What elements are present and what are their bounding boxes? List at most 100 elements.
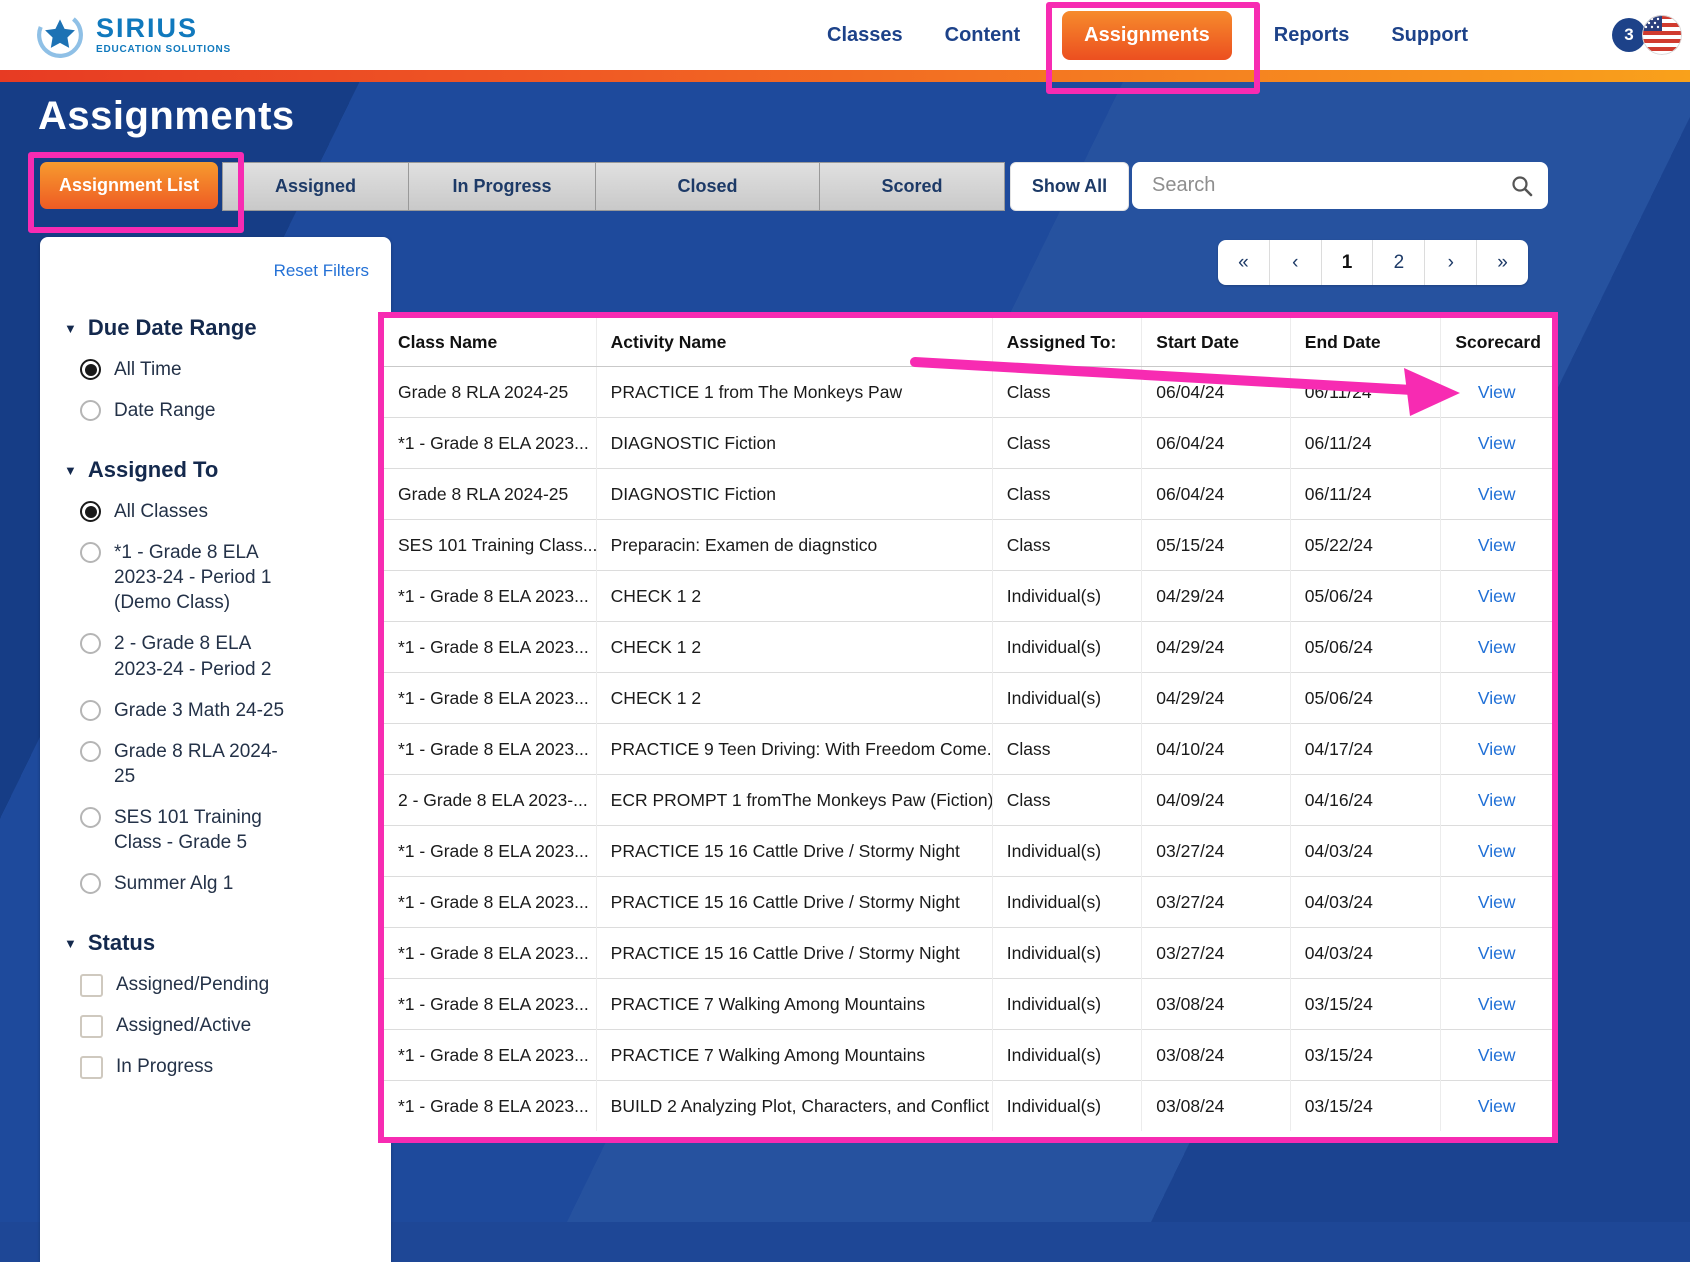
- radio-option-all-classes[interactable]: All Classes: [80, 499, 373, 524]
- nav-item-content[interactable]: Content: [945, 24, 1021, 47]
- view-scorecard-link[interactable]: View: [1478, 994, 1516, 1014]
- page-number-button[interactable]: 1: [1320, 240, 1373, 285]
- table-cell: *1 - Grade 8 ELA 2023...: [384, 672, 597, 724]
- main-content: Assignments Assignment List Assigned In P…: [0, 82, 1690, 1262]
- prev-page-button[interactable]: ‹: [1268, 240, 1321, 285]
- assignments-table-annotation-frame: Class Name Activity Name Assigned To: Start…: [378, 312, 1558, 1143]
- radio-option-grade-8-rla-2024-25[interactable]: Grade 8 RLA 2024-25: [80, 739, 373, 789]
- view-scorecard-link[interactable]: View: [1478, 1096, 1516, 1116]
- filter-section-header-status[interactable]: ▼ Status: [58, 930, 373, 956]
- tab-in-progress[interactable]: In Progress: [408, 162, 596, 211]
- user-avatar[interactable]: [1642, 15, 1682, 55]
- table-cell: 03/08/24: [1141, 1029, 1291, 1081]
- radio-option-2-grade-8-ela-2023-24-period-2[interactable]: 2 - Grade 8 ELA 2023-24 - Period 2: [80, 631, 373, 681]
- view-scorecard-link[interactable]: View: [1478, 892, 1516, 912]
- table-cell: 05/06/24: [1289, 621, 1441, 673]
- last-page-button[interactable]: »: [1476, 240, 1528, 285]
- view-scorecard-link[interactable]: View: [1478, 586, 1516, 606]
- radio-control[interactable]: [80, 740, 101, 762]
- view-scorecard-link[interactable]: View: [1478, 739, 1516, 759]
- table-cell: Class: [991, 468, 1142, 520]
- table-cell: CHECK 1 2: [595, 570, 993, 622]
- table-cell: 04/03/24: [1289, 927, 1441, 979]
- next-page-button[interactable]: ›: [1424, 240, 1476, 285]
- nav-item-classes[interactable]: Classes: [827, 24, 903, 47]
- view-scorecard-link[interactable]: View: [1478, 841, 1516, 861]
- view-scorecard-link[interactable]: View: [1478, 484, 1516, 504]
- radio-option-summer-alg-1[interactable]: Summer Alg 1: [80, 871, 373, 896]
- table-cell: 04/03/24: [1289, 876, 1441, 928]
- view-scorecard-link[interactable]: View: [1478, 790, 1516, 810]
- view-scorecard-link[interactable]: View: [1478, 382, 1516, 402]
- filter-section-assigned-to: ▼ Assigned To All Classes *1 - Grade 8 ELA …: [58, 457, 373, 896]
- pagination: «‹ 1 2 ›»: [1218, 240, 1528, 285]
- checkbox-option-assigned-active[interactable]: Assigned/Active: [80, 1013, 373, 1039]
- reset-filters-link[interactable]: Reset Filters: [58, 261, 369, 281]
- filter-section-header-assigned-to[interactable]: ▼ Assigned To: [58, 457, 373, 483]
- search-icon[interactable]: [1510, 174, 1534, 198]
- tab-assignment-list[interactable]: Assignment List: [40, 162, 218, 209]
- tab-assigned[interactable]: Assigned: [222, 162, 409, 211]
- checkbox-control[interactable]: [80, 1056, 103, 1080]
- table-row: *1 - Grade 8 ELA 2023... CHECK 1 2 Individ…: [384, 570, 1552, 622]
- radio-option-date-range[interactable]: Date Range: [80, 398, 373, 423]
- radio-control[interactable]: [80, 633, 101, 655]
- table-cell: 06/04/24: [1141, 417, 1291, 469]
- checkbox-control[interactable]: [80, 974, 103, 998]
- view-scorecard-link[interactable]: View: [1478, 688, 1516, 708]
- radio-control[interactable]: [80, 806, 101, 828]
- radio-control[interactable]: [80, 873, 101, 895]
- table-cell: *1 - Grade 8 ELA 2023...: [384, 876, 597, 928]
- search-box: [1132, 162, 1548, 209]
- radio-control[interactable]: [80, 359, 101, 380]
- radio-control[interactable]: [80, 501, 101, 523]
- table-cell: 04/29/24: [1141, 570, 1291, 622]
- notification-badge[interactable]: 3: [1612, 18, 1646, 52]
- filter-section-header-due-date-range[interactable]: ▼ Due Date Range: [58, 315, 373, 341]
- table-cell: 04/29/24: [1141, 672, 1291, 724]
- table-cell: *1 - Grade 8 ELA 2023...: [384, 723, 597, 775]
- option-label: 2 - Grade 8 ELA 2023-24 - Period 2: [114, 633, 272, 680]
- radio-option-grade-3-math-24-25[interactable]: Grade 3 Math 24-25: [80, 698, 373, 723]
- nav-item-assignments[interactable]: Assignments: [1062, 10, 1232, 60]
- table-row: Grade 8 RLA 2024-25 DIAGNOSTIC Fiction Cla…: [384, 468, 1552, 520]
- checkbox-control[interactable]: [80, 1015, 103, 1039]
- search-input[interactable]: [1150, 173, 1510, 198]
- column-header-class-name: Class Name: [384, 318, 597, 367]
- option-label: Assigned/Active: [116, 1015, 252, 1037]
- show-all-button[interactable]: Show All: [1010, 162, 1129, 211]
- table-row: *1 - Grade 8 ELA 2023... PRACTICE 15 16 C…: [384, 876, 1552, 928]
- checkbox-option-in-progress[interactable]: In Progress: [80, 1054, 373, 1080]
- checkbox-option-assigned-pending[interactable]: Assigned/Pending: [80, 972, 373, 998]
- option-label: Assigned/Pending: [116, 974, 270, 996]
- table-cell-scorecard: View: [1440, 876, 1552, 928]
- page-number-button[interactable]: 2: [1372, 240, 1424, 285]
- first-page-button[interactable]: «: [1218, 240, 1269, 285]
- table-cell: PRACTICE 7 Walking Among Mountains: [595, 1029, 993, 1081]
- table-cell: 03/08/24: [1141, 978, 1291, 1030]
- radio-control[interactable]: [80, 400, 101, 422]
- view-scorecard-link[interactable]: View: [1478, 943, 1516, 963]
- view-scorecard-link[interactable]: View: [1478, 637, 1516, 657]
- radio-control[interactable]: [80, 542, 101, 564]
- table-row: *1 - Grade 8 ELA 2023... DIAGNOSTIC Ficti…: [384, 417, 1552, 469]
- table-cell: 05/15/24: [1141, 519, 1291, 571]
- table-cell: Individual(s): [991, 1080, 1142, 1131]
- table-cell: 05/06/24: [1289, 570, 1441, 622]
- view-scorecard-link[interactable]: View: [1478, 535, 1516, 555]
- tab-scored[interactable]: Scored: [819, 162, 1005, 211]
- table-row: *1 - Grade 8 ELA 2023... CHECK 1 2 Individ…: [384, 621, 1552, 673]
- radio-control[interactable]: [80, 699, 101, 721]
- page-title: Assignments: [38, 94, 295, 138]
- view-scorecard-link[interactable]: View: [1478, 433, 1516, 453]
- nav-item-support[interactable]: Support: [1391, 24, 1468, 47]
- view-scorecard-link[interactable]: View: [1478, 1045, 1516, 1065]
- table-cell: 03/15/24: [1289, 1029, 1441, 1081]
- radio-option-1-grade-8-ela-2023-24-period-1-demo-class[interactable]: *1 - Grade 8 ELA 2023-24 - Period 1 (Dem…: [80, 540, 373, 615]
- nav-item-reports[interactable]: Reports: [1274, 24, 1350, 47]
- radio-option-ses-101-training-class-grade-5[interactable]: SES 101 Training Class - Grade 5: [80, 805, 373, 855]
- table-cell: 04/03/24: [1289, 825, 1441, 877]
- tab-closed[interactable]: Closed: [595, 162, 820, 211]
- radio-option-all-time[interactable]: All Time: [80, 357, 373, 382]
- brand-logo[interactable]: SIRIUS EDUCATION SOLUTIONS: [0, 11, 231, 59]
